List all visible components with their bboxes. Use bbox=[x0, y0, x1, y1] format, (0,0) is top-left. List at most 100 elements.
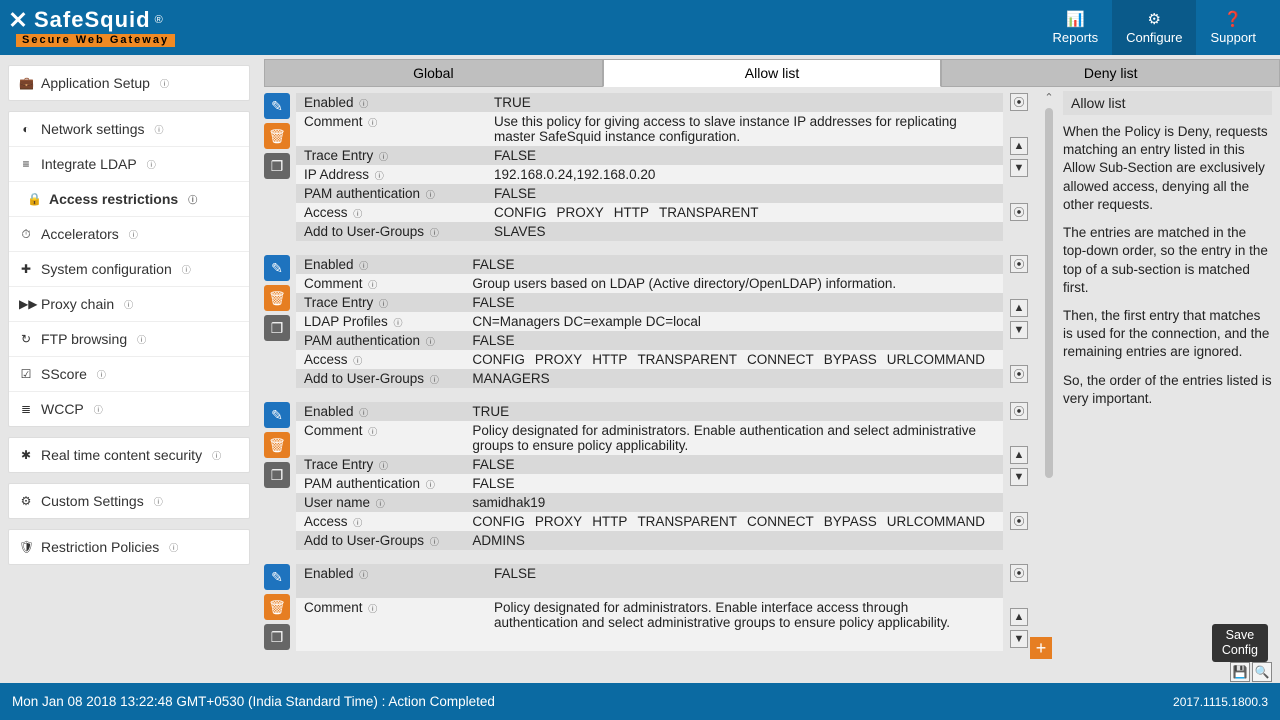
help-paragraph: Then, the first entry that matches is us… bbox=[1063, 307, 1272, 362]
info-icon: ⓘ bbox=[426, 480, 435, 490]
sidebar-item-app-setup[interactable]: 💼 Application Setup ⓘ bbox=[9, 66, 249, 100]
policy-field-key: Trace Entry ⓘ bbox=[296, 455, 464, 474]
edit-button[interactable]: ✎ bbox=[264, 402, 290, 428]
info-icon: ⓘ bbox=[430, 375, 439, 385]
sidebar-item-ftp[interactable]: ↻FTP browsingⓘ bbox=[9, 322, 249, 357]
tab-global[interactable]: Global bbox=[264, 59, 603, 87]
configure-icon: ⚙ bbox=[1148, 10, 1161, 28]
top-nav: 📊 Reports ⚙ Configure ❓ Support bbox=[1039, 0, 1270, 55]
info-icon: ⓘ bbox=[182, 263, 191, 276]
move-top-button[interactable]: ⦿ bbox=[1010, 402, 1028, 420]
policy-table: Enabled ⓘFALSEComment ⓘGroup users based… bbox=[296, 255, 1003, 388]
sliders-icon: ⚙ bbox=[19, 494, 33, 508]
sidebar-label: Restriction Policies bbox=[41, 539, 159, 555]
nav-configure-label: Configure bbox=[1126, 30, 1182, 45]
info-icon: ⓘ bbox=[154, 123, 163, 136]
move-down-button[interactable]: ▼ bbox=[1010, 630, 1028, 648]
move-top-button[interactable]: ⦿ bbox=[1010, 255, 1028, 273]
sidebar-label: Integrate LDAP bbox=[41, 156, 137, 172]
info-icon: ⓘ bbox=[97, 368, 106, 381]
scroll-thumb[interactable] bbox=[1045, 108, 1053, 478]
add-policy-button[interactable]: + bbox=[1030, 637, 1052, 659]
move-up-button[interactable]: ▲ bbox=[1010, 446, 1028, 464]
policy-field-value: FALSE bbox=[486, 184, 1003, 203]
tab-deny-list[interactable]: Deny list bbox=[941, 59, 1280, 87]
info-icon: ⓘ bbox=[353, 356, 362, 366]
edit-button[interactable]: ✎ bbox=[264, 255, 290, 281]
help-paragraph: When the Policy is Deny, requests matchi… bbox=[1063, 123, 1272, 214]
lock-icon: 🔒 bbox=[27, 192, 41, 206]
sidebar-item-ldap[interactable]: ≡Integrate LDAPⓘ bbox=[9, 147, 249, 182]
clone-button[interactable]: ❐ bbox=[264, 624, 290, 650]
info-icon: ⓘ bbox=[368, 427, 377, 437]
move-up-button[interactable]: ▲ bbox=[1010, 299, 1028, 317]
policy-field-key: Add to User-Groups ⓘ bbox=[296, 222, 486, 241]
save-button[interactable]: 💾 bbox=[1230, 662, 1250, 682]
policy-entry: ✎ 🗑 ❐Enabled ⓘTRUEComment ⓘUse this policy… bbox=[264, 93, 1029, 241]
edit-button[interactable]: ✎ bbox=[264, 93, 290, 119]
bug-icon: ✱ bbox=[19, 448, 33, 462]
info-icon: ⓘ bbox=[129, 228, 138, 241]
policy-entry: ✎ 🗑 ❐Enabled ⓘFALSEComment ⓘGroup users ba… bbox=[264, 255, 1029, 388]
move-bottom-button[interactable]: ⦿ bbox=[1010, 365, 1028, 383]
sidebar-label: SScore bbox=[41, 366, 87, 382]
scroll-up-icon[interactable]: ⌃ bbox=[1044, 91, 1053, 104]
delete-button[interactable]: 🗑 bbox=[264, 432, 290, 458]
policy-field-value: FALSE bbox=[464, 474, 1003, 493]
info-icon: ⓘ bbox=[353, 518, 362, 528]
policy-field-value: CONFIGPROXYHTTPTRANSPARENTCONNECTBYPASSU… bbox=[464, 512, 1003, 531]
tab-allow-list[interactable]: Allow list bbox=[603, 59, 942, 87]
gauge-icon: ⏱ bbox=[19, 227, 33, 242]
info-icon: ⓘ bbox=[379, 461, 388, 471]
nav-configure[interactable]: ⚙ Configure bbox=[1112, 0, 1196, 55]
search-button[interactable]: 🔍 bbox=[1252, 662, 1272, 682]
clone-button[interactable]: ❐ bbox=[264, 315, 290, 341]
sidebar-item-sysconf[interactable]: ✚System configurationⓘ bbox=[9, 252, 249, 287]
edit-button[interactable]: ✎ bbox=[264, 564, 290, 590]
move-bottom-button[interactable]: ⦿ bbox=[1010, 203, 1028, 221]
clone-button[interactable]: ❐ bbox=[264, 153, 290, 179]
clone-button[interactable]: ❐ bbox=[264, 462, 290, 488]
sidebar-item-restrict[interactable]: 🛡Restriction Policiesⓘ bbox=[9, 530, 249, 564]
move-top-button[interactable]: ⦿ bbox=[1010, 93, 1028, 111]
delete-button[interactable]: 🗑 bbox=[264, 123, 290, 149]
move-up-button[interactable]: ▲ bbox=[1010, 137, 1028, 155]
sidebar-label: WCCP bbox=[41, 401, 84, 417]
policy-field-key: Comment ⓘ bbox=[296, 274, 464, 293]
policy-field-key: PAM authentication ⓘ bbox=[296, 184, 486, 203]
sidebar-item-accelerators[interactable]: ⏱Acceleratorsⓘ bbox=[9, 217, 249, 252]
sidebar-item-proxy[interactable]: ▶▶Proxy chainⓘ bbox=[9, 287, 249, 322]
policy-table: Enabled ⓘTRUEComment ⓘUse this policy fo… bbox=[296, 93, 1003, 241]
refresh-icon: ↻ bbox=[19, 332, 33, 346]
sidebar-item-custom[interactable]: ⚙Custom Settingsⓘ bbox=[9, 484, 249, 518]
scrollbar[interactable]: ⌃ ⌄ bbox=[1043, 87, 1055, 651]
sidebar-item-access[interactable]: 🔒Access restrictionsⓘ bbox=[9, 182, 249, 217]
policy-field-value: Policy designated for administrators. En… bbox=[486, 598, 1003, 651]
policy-field-key: Add to User-Groups ⓘ bbox=[296, 369, 464, 388]
brand-reg: ® bbox=[155, 15, 163, 26]
shield-icon: 🛡 bbox=[19, 540, 33, 554]
policy-field-key: Enabled ⓘ bbox=[296, 93, 486, 112]
tabs: Global Allow list Deny list bbox=[264, 59, 1280, 87]
policy-field-key: Access ⓘ bbox=[296, 203, 486, 222]
info-icon: ⓘ bbox=[368, 118, 377, 128]
nav-support[interactable]: ❓ Support bbox=[1196, 0, 1270, 55]
help-paragraph: So, the order of the entries listed is v… bbox=[1063, 372, 1272, 408]
sidebar-item-network[interactable]: ◐Network settingsⓘ bbox=[9, 112, 249, 147]
move-bottom-button[interactable]: ⦿ bbox=[1010, 512, 1028, 530]
nav-reports[interactable]: 📊 Reports bbox=[1039, 0, 1113, 55]
move-top-button[interactable]: ⦿ bbox=[1010, 564, 1028, 582]
move-down-button[interactable]: ▼ bbox=[1010, 159, 1028, 177]
delete-button[interactable]: 🗑 bbox=[264, 594, 290, 620]
move-up-button[interactable]: ▲ bbox=[1010, 608, 1028, 626]
sidebar-item-wccp[interactable]: ≣WCCPⓘ bbox=[9, 392, 249, 426]
delete-button[interactable]: 🗑 bbox=[264, 285, 290, 311]
info-icon: ⓘ bbox=[154, 495, 163, 508]
move-down-button[interactable]: ▼ bbox=[1010, 468, 1028, 486]
help-panel: Allow list When the Policy is Deny, requ… bbox=[1055, 87, 1280, 651]
sidebar-item-rtcs[interactable]: ✱Real time content securityⓘ bbox=[9, 438, 249, 472]
move-down-button[interactable]: ▼ bbox=[1010, 321, 1028, 339]
status-bar: Mon Jan 08 2018 13:22:48 GMT+0530 (India… bbox=[0, 683, 1280, 720]
sidebar-item-sscore[interactable]: ☑SScoreⓘ bbox=[9, 357, 249, 392]
info-icon: ⓘ bbox=[359, 261, 368, 271]
